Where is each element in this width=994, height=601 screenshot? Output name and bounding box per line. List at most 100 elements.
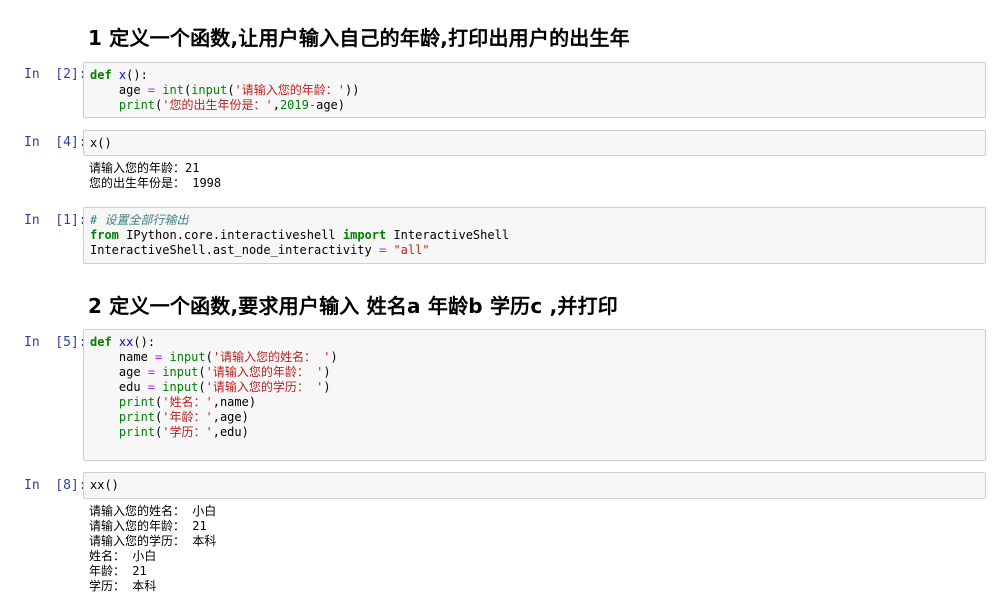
prompt-cell-5: In [8]: [24,478,87,493]
prompt-cell-1: In [2]: [24,67,87,82]
output-cell-5: 请输入您的姓名： 小白 请输入您的年龄： 21 请输入您的学历： 本科 姓名： 小白年… [89,504,216,594]
output-line: 请输入您的年龄： 21 [89,519,207,533]
code-line: age = int(input('请输入您的年龄：')) [90,83,360,98]
heading-2: 2 定义一个函数,要求用户输入 姓名a 年龄b 学历c ,并打印 [88,294,618,318]
code-token: 2019 [279,98,309,112]
code-token: ,age) [212,410,249,424]
prompt-cell-3: In [1]: [24,213,87,228]
code-token: - [308,98,317,112]
code-token: '请输入您的姓名： ' [212,350,331,364]
code-token: (): [126,68,148,82]
code-line: name = input('请输入您的姓名： ') [90,350,338,365]
code-token: (): [133,335,156,349]
code-token: ) [330,350,338,364]
code-token: , [272,98,280,112]
code-token: from [90,228,119,242]
code-line: InteractiveShell.ast_node_interactivity … [90,243,509,258]
code-token: print [118,410,156,424]
code-cell-4[interactable]: def xx(): name = input('请输入您的姓名： ') age … [83,329,986,461]
code-token: xx [118,335,134,349]
code-token: ) [323,380,331,394]
output-line: 姓名： 小白 [89,549,157,563]
code-token: '姓名：' [162,395,213,409]
code-line: def xx(): [90,335,338,350]
code-cell-5-source: xx() [90,478,119,493]
code-token: ) [323,365,331,379]
code-cell-1-source: def x(): age = int(input('请输入您的年龄：')) pr… [90,68,359,113]
code-line: def x(): [90,68,359,83]
code-token: '请输入您的年龄： ' [205,365,324,379]
code-line: xx() [90,478,119,493]
code-line: from IPython.core.interactiveshell impor… [90,228,509,243]
code-line: print('学历：',edu) [90,425,338,440]
code-token: age [90,83,148,97]
code-token: InteractiveShell [386,228,510,242]
code-token: '年龄：' [162,410,213,424]
code-token: ( [198,365,206,379]
code-token: "all" [393,243,430,257]
code-line: x() [90,136,112,151]
code-token: = [147,380,156,394]
code-token: edu [90,380,148,394]
code-token: '学历：' [162,425,213,439]
code-token: xx() [90,478,119,492]
code-token: '请输入您的年龄：' [234,83,345,97]
code-token: import [342,228,387,242]
output-line: 请输入您的姓名： 小白 [89,504,217,518]
code-token: input [162,380,199,394]
code-token: input [169,350,206,364]
code-token: name [90,350,156,364]
code-token: ( [205,350,213,364]
code-token: InteractiveShell.ast_node_interactivity [90,243,379,257]
code-token: ,edu) [212,425,249,439]
code-token: int [162,83,184,97]
output-line: 年龄： 21 [89,564,147,578]
code-cell-2-source: x() [90,136,112,151]
code-token: )) [345,83,360,97]
output-line: 请输入您的年龄：21 [89,161,200,175]
code-line: print('年龄：',age) [90,410,338,425]
prompt-cell-2: In [4]: [24,135,87,150]
code-line: age = input('请输入您的年龄： ') [90,365,338,380]
code-line: print('姓名：',name) [90,395,338,410]
code-cell-4-source: def xx(): name = input('请输入您的姓名： ') age … [90,335,338,440]
code-token: IPython.core.interactiveshell [118,228,343,242]
code-token: ,name) [212,395,257,409]
code-cell-2[interactable]: x() [83,130,986,156]
code-token: '请输入您的学历： ' [205,380,324,394]
code-cell-3[interactable]: # 设置全部行输出 from IPython.core.interactivesh… [83,207,986,264]
output-cell-2: 请输入您的年龄：21 您的出生年份是： 1998 [89,161,221,191]
output-line: 学历： 本科 [89,579,157,593]
code-token: age [90,365,148,379]
code-token: print [118,98,156,112]
code-token: = [147,365,156,379]
code-token: # 设置全部行输出 [90,213,189,227]
heading-1: 1 定义一个函数,让用户输入自己的年龄,打印出用户的出生年 [88,26,630,50]
code-token: '您的出生年份是：' [162,98,273,112]
code-cell-5[interactable]: xx() [83,472,986,499]
code-token: x() [90,136,112,150]
code-token: print [118,425,156,439]
code-cell-3-source: # 设置全部行输出 from IPython.core.interactivesh… [90,213,509,258]
code-token: age) [316,98,345,112]
code-cell-1[interactable]: def x(): age = int(input('请输入您的年龄：')) pr… [83,62,986,118]
code-token: input [191,83,228,97]
code-line: edu = input('请输入您的学历： ') [90,380,338,395]
code-token: = [147,83,156,97]
code-token: def [90,68,112,82]
output-line: 您的出生年份是： 1998 [89,176,222,190]
code-line: # 设置全部行输出 [90,213,509,228]
code-line: print('您的出生年份是：',2019-age) [90,98,359,113]
code-token: input [162,365,199,379]
code-token: ( [198,380,206,394]
code-token: ( [227,83,235,97]
prompt-cell-4: In [5]: [24,335,87,350]
output-line: 请输入您的学历： 本科 [89,534,217,548]
